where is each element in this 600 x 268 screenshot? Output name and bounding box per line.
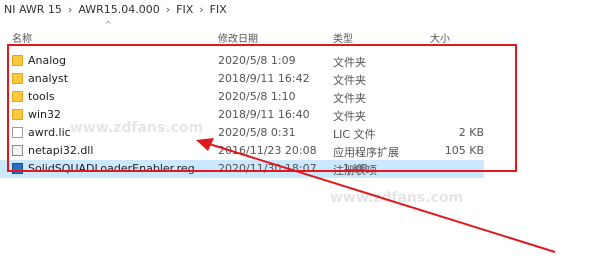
annotation-arrow-icon	[196, 138, 556, 253]
